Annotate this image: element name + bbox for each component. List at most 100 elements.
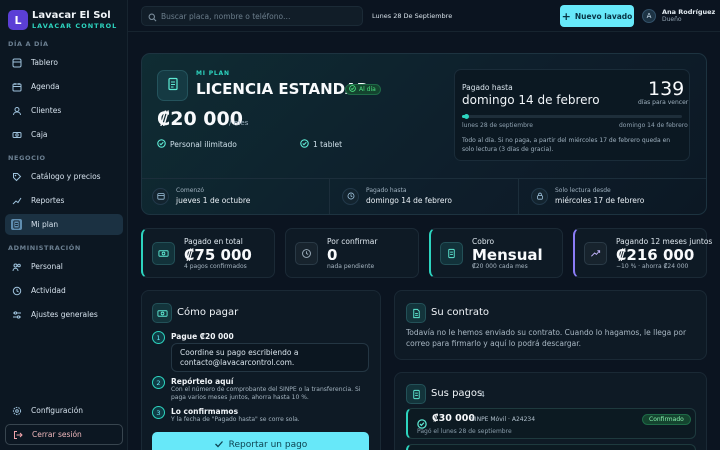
sidebar-item-personal[interactable]: Personal — [5, 256, 123, 277]
stat-label: Cobro — [472, 237, 495, 246]
feature-item: 1 tablet — [300, 139, 342, 150]
stat-value: Mensual — [472, 246, 543, 264]
stat-value: ₡216 000 — [616, 246, 695, 264]
user-role: Dueño — [662, 16, 682, 23]
sidebar-item-label: Clientes — [31, 106, 62, 115]
stat-value: ₡75 000 — [184, 246, 252, 264]
receipt-icon — [440, 242, 463, 265]
sidebar-item-label: Actividad — [31, 286, 66, 295]
check-circle-icon — [157, 139, 166, 150]
brand-logo: L — [8, 10, 28, 30]
clock-icon — [295, 242, 318, 265]
section-label-admin: ADMINISTRACIÓN — [8, 244, 81, 252]
trend-up-icon — [584, 242, 607, 265]
status-badge: Al día — [345, 84, 381, 95]
banknote-icon — [152, 242, 175, 265]
users-icon — [11, 105, 22, 116]
sidebar-item-ajustes[interactable]: Ajustes generales — [5, 304, 123, 325]
progress-bar — [462, 114, 682, 119]
check-circle-icon — [300, 139, 309, 150]
contact-box: Coordine su pago escribiendo a contacto@… — [171, 343, 369, 372]
plan-period: / mes — [229, 119, 249, 127]
sidebar-item-label: Ajustes generales — [31, 310, 98, 319]
payment-row[interactable] — [406, 444, 696, 450]
stat-card-annual: Pagando 12 meses juntos ₡216 000 −10 % ·… — [573, 228, 712, 278]
sidebar-item-label: Tablero — [31, 58, 58, 67]
stat-card-paid-total: Pagado en total ₡75 000 4 pagos confirma… — [141, 228, 275, 278]
logout-button[interactable]: Cerrar sesión — [5, 424, 123, 445]
receipt-icon — [11, 219, 22, 230]
chart-icon — [11, 195, 22, 206]
report-payment-button[interactable]: Reportar un pago — [152, 432, 369, 450]
payment-row[interactable]: ₡30 000 SINPE Móvil · A24234 Pagó el lun… — [406, 408, 696, 439]
step-number: 1 — [152, 331, 165, 344]
search-input[interactable] — [161, 11, 351, 21]
days-left-label: días para vencer — [638, 99, 689, 106]
check-circle-icon — [349, 85, 356, 94]
sidebar-item-mi-plan[interactable]: Mi plan — [5, 214, 123, 235]
strip-value: domingo 14 de febrero — [366, 196, 452, 205]
step-text: Con el número de comprobante del SINPE o… — [171, 386, 361, 401]
new-wash-label: Nuevo lavado — [574, 11, 633, 21]
sidebar-item-reportes[interactable]: Reportes — [5, 190, 123, 211]
sidebar-item-caja[interactable]: Caja — [5, 124, 123, 145]
plan-kicker: MI PLAN — [196, 70, 230, 77]
strip-value: miércoles 17 de febrero — [555, 196, 645, 205]
payments-count: 4 — [480, 390, 485, 399]
current-date: Lunes 28 De Septiembre — [372, 12, 453, 20]
sidebar-item-label: Mi plan — [31, 220, 59, 229]
check-icon — [214, 439, 224, 450]
sidebar-item-clientes[interactable]: Clientes — [5, 100, 123, 121]
avatar[interactable]: A — [642, 9, 656, 23]
logout-label: Cerrar sesión — [32, 430, 82, 439]
section-label-business: NEGOCIO — [8, 154, 46, 162]
plan-name: LICENCIA ESTANDAR — [196, 80, 369, 98]
sidebar-item-agenda[interactable]: Agenda — [5, 76, 123, 97]
sidebar-item-catalogo[interactable]: Catálogo y precios — [5, 166, 123, 187]
contract-title: Su contrato — [431, 307, 490, 318]
feature-item: Personal ilimitado — [157, 139, 237, 150]
step-title: Lo confirmamos — [171, 407, 239, 416]
calendar-icon — [152, 187, 169, 205]
stat-label: Por confirmar — [327, 237, 378, 246]
search-box[interactable] — [141, 6, 363, 26]
lock-icon — [531, 187, 548, 205]
receipt-icon — [166, 76, 180, 95]
sidebar-item-configuracion[interactable]: Configuración — [5, 400, 123, 421]
stat-card-pending: Por confirmar 0 nada pendiente — [285, 228, 419, 278]
sidebar-item-label: Configuración — [31, 406, 84, 415]
tag-icon — [11, 171, 22, 182]
report-payment-label: Reportar un pago — [228, 440, 308, 450]
brand-subtitle: LAVACAR CONTROL — [32, 22, 118, 30]
step-title: Repórtelo aquí — [171, 377, 234, 386]
gear-icon — [11, 405, 22, 416]
plan-icon-box — [157, 70, 188, 101]
sidebar-item-tablero[interactable]: Tablero — [5, 52, 123, 73]
new-wash-button[interactable]: + Nuevo lavado — [560, 5, 634, 27]
document-icon — [406, 303, 426, 323]
people-icon — [11, 261, 22, 272]
sidebar-item-label: Catálogo y precios — [31, 172, 101, 181]
feature-label: Personal ilimitado — [170, 140, 237, 149]
status-badge-label: Al día — [359, 86, 376, 93]
dashboard-icon — [11, 57, 22, 68]
strip-started: Comenzó jueves 1 de octubre — [152, 178, 250, 214]
stat-label: Pagando 12 meses juntos — [616, 237, 713, 246]
stat-sub: −10 % · ahorra ₡24 000 — [616, 263, 689, 270]
logout-icon — [12, 429, 23, 440]
sidebar-item-label: Agenda — [31, 82, 60, 91]
stat-sub: 4 pagos confirmados — [184, 263, 247, 270]
stat-sub: nada pendiente — [327, 263, 375, 270]
stat-label: Pagado en total — [184, 237, 243, 246]
strip-paid-until: Pagado hasta domingo 14 de febrero — [342, 178, 452, 214]
receipt-icon — [406, 384, 426, 404]
brand-name: Lavacar El Sol — [32, 10, 111, 21]
payment-amount: ₡30 000 — [432, 413, 475, 424]
plan-note: Todo al día. Si no paga, a partir del mi… — [462, 137, 671, 153]
step-title: Pague ₡20 000 — [171, 332, 234, 341]
user-name: Ana Rodríguez — [662, 8, 716, 16]
cash-icon — [11, 129, 22, 140]
strip-key: Pagado hasta — [366, 187, 407, 194]
sidebar-item-actividad[interactable]: Actividad — [5, 280, 123, 301]
history-icon — [11, 285, 22, 296]
